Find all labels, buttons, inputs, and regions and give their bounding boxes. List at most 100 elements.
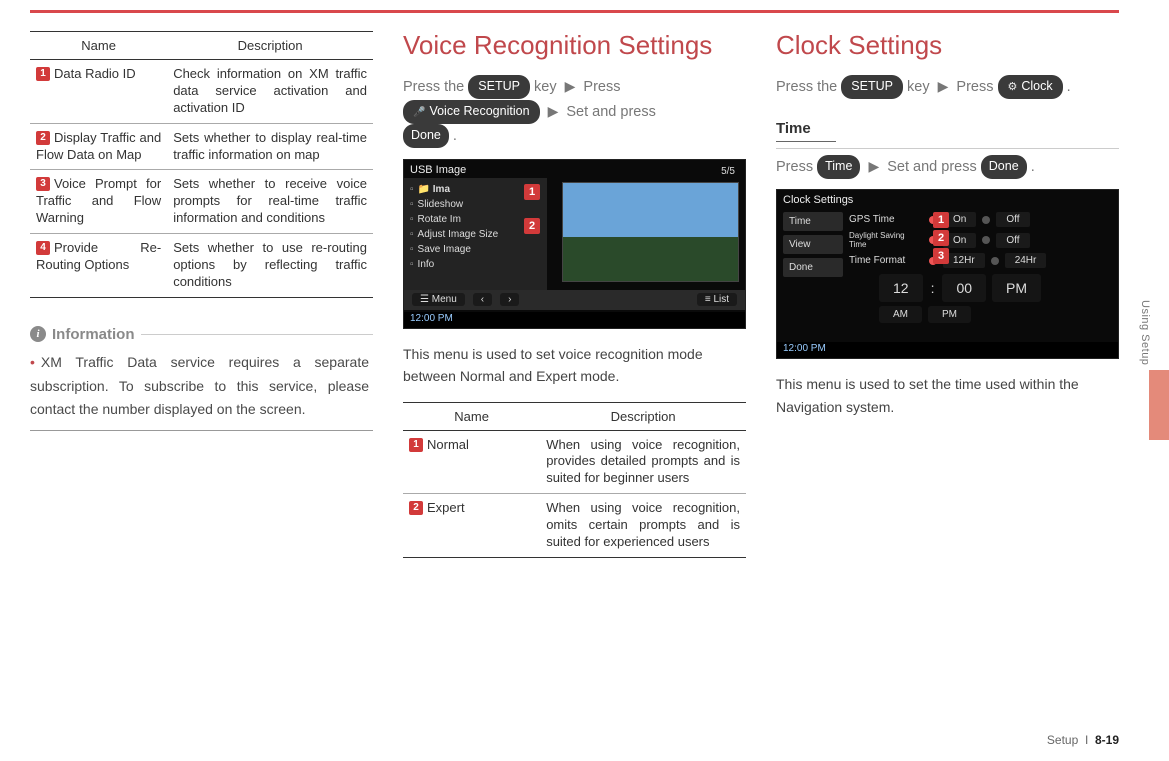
num-badge: 2 [36, 131, 50, 145]
table-row: 1 Data Radio ID Check information on XM t… [30, 60, 373, 124]
screenshot-tabs: Time View Done [783, 212, 843, 281]
time-subheading: Time [776, 120, 836, 142]
row-name: Expert [427, 500, 465, 515]
prev-button: ‹ [473, 293, 492, 306]
screenshot-clock: 12:00 PM [777, 342, 1118, 358]
row-desc: Sets whether to use re-routing options b… [167, 234, 373, 298]
screenshot-title: USB Image [404, 160, 745, 180]
chevron-right-icon: ▶ [868, 155, 879, 179]
opt: Off [996, 212, 1029, 227]
clock-screenshot: Clock Settings Time View Done GPS Time O… [776, 189, 1119, 359]
num-badge: 1 [36, 67, 50, 81]
footer-page: 8-19 [1095, 733, 1119, 747]
row-name: Voice Prompt for Traffic and Flow Warnin… [36, 176, 161, 225]
option-row: Daylight Saving Time On Off [849, 231, 1112, 249]
voice-table: Name Description 1Normal When using voic… [403, 402, 746, 558]
folder-row: 📁 Ima [410, 182, 541, 197]
txt: Press the [776, 79, 841, 95]
menu-row: Info [410, 257, 541, 272]
info-rule [141, 334, 374, 335]
opt-label: GPS Time [849, 214, 923, 225]
screenshot-bottombar: ☰ Menu ‹ › ≡ List [404, 290, 745, 310]
screenshot-counter: 5/5 [721, 166, 735, 177]
time-setter: 12 : 00 PM [879, 274, 1112, 302]
footer-sep: I [1085, 733, 1088, 747]
num-badge: 3 [36, 177, 50, 191]
txt: key [907, 79, 934, 95]
ampm: PM [992, 274, 1041, 302]
hh: 12 [879, 274, 923, 302]
info-title: Information [52, 326, 135, 343]
information-body: •XM Traffic Data service requires a sepa… [30, 351, 373, 431]
row-desc: When using voice recognition, provides d… [540, 430, 746, 494]
table-row: 4Provide Re-Routing Options Sets whether… [30, 234, 373, 298]
column-middle: Voice Recognition Settings Press the SET… [403, 31, 746, 578]
setup-key-pill: SETUP [841, 75, 903, 99]
colon: : [929, 274, 937, 302]
txt: Menu [432, 294, 457, 305]
clock-pill: Clock [998, 75, 1063, 99]
screenshot-image [562, 182, 739, 282]
menu-row: Rotate Im [410, 212, 541, 227]
callout-2: 2 [524, 218, 540, 234]
radio-icon [982, 216, 990, 224]
menu-row: Slideshow [410, 197, 541, 212]
page: Name Description 1 Data Radio ID Check in… [0, 0, 1169, 761]
bullet-icon: • [30, 354, 35, 370]
voice-screenshot: USB Image 5/5 📁 Ima Slideshow Rotate Im … [403, 159, 746, 329]
radio-icon [991, 257, 999, 265]
row-name: Provide Re-Routing Options [36, 240, 161, 272]
done-pill: Done [403, 124, 449, 148]
opt-label: Time Format [849, 255, 923, 266]
time-instructions: Press Time ▶ Set and press Done . [776, 155, 1119, 180]
opt: 12Hr [943, 253, 985, 268]
callout-1: 1 [933, 212, 949, 228]
pm: PM [928, 306, 971, 323]
table-row: 1 Normal When using voice recognition, pr… [403, 430, 746, 494]
th-desc: Description [167, 32, 373, 60]
th-name: Name [30, 32, 167, 60]
txt: Press the [403, 79, 468, 95]
th-desc: Description [540, 402, 746, 430]
num-badge: 4 [36, 241, 50, 255]
row-name: Display Traffic and Flow Data on Map [36, 130, 161, 162]
voice-instructions: Press the SETUP key ▶ Press Voice Recogn… [403, 75, 746, 149]
ampm-row: AM PM [879, 306, 1112, 323]
side-tab-indicator [1149, 370, 1169, 440]
am: AM [879, 306, 922, 323]
tab: Done [783, 258, 843, 277]
num-badge: 1 [409, 438, 423, 452]
txt: Press [776, 159, 817, 175]
chevron-right-icon: ▶ [548, 100, 559, 124]
txt: Set and press [887, 159, 981, 175]
time-pill: Time [817, 155, 860, 179]
column-right: Clock Settings Press the SETUP key ▶ Pre… [776, 31, 1119, 578]
row-desc: Check information on XM traffic data ser… [167, 60, 373, 124]
row-name: Data Radio ID [54, 66, 136, 81]
clock-description: This menu is used to set the time used w… [776, 373, 1119, 418]
voice-title: Voice Recognition Settings [403, 31, 746, 61]
subhead-wrap: Time [776, 110, 1119, 149]
table-row: 2Display Traffic and Flow Data on Map Se… [30, 123, 373, 170]
menu-row: Save Image [410, 242, 541, 257]
opt: Off [996, 233, 1029, 248]
txt: . [453, 128, 457, 144]
columns: Name Description 1 Data Radio ID Check in… [30, 31, 1119, 578]
option-row: GPS Time On Off [849, 212, 1112, 227]
clock-title: Clock Settings [776, 31, 1119, 61]
chevron-right-icon: ▶ [565, 75, 576, 99]
radio-icon [982, 236, 990, 244]
traffic-table: Name Description 1 Data Radio ID Check in… [30, 31, 373, 298]
tab: View [783, 235, 843, 254]
table-row: 2Expert When using voice recognition, om… [403, 494, 746, 558]
setup-key-pill: SETUP [468, 75, 530, 99]
txt: key [534, 79, 561, 95]
menu-button: ☰ Menu [412, 293, 465, 306]
footer-section: Setup [1047, 733, 1078, 747]
row-name: Normal [427, 437, 469, 452]
mm: 00 [942, 274, 986, 302]
num-badge: 2 [409, 501, 423, 515]
callout-1: 1 [524, 184, 540, 200]
option-row: Time Format 12Hr 24Hr [849, 253, 1112, 268]
txt: . [1067, 79, 1071, 95]
